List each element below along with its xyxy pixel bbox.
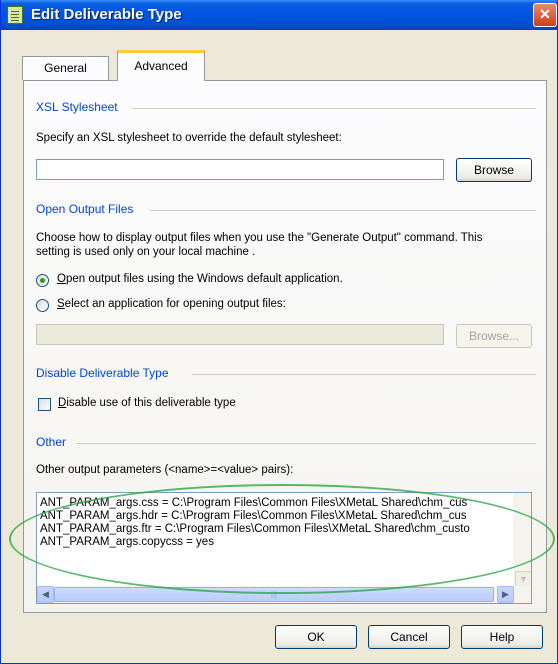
radio-default-application-label[interactable]: Open output files using the Windows defa… — [57, 273, 343, 285]
tab-general[interactable]: General — [22, 56, 109, 80]
ok-button[interactable]: OK — [275, 625, 357, 649]
tab-advanced[interactable]: Advanced — [117, 50, 205, 81]
section-divider — [150, 210, 536, 211]
disable-deliverable-checkbox[interactable] — [38, 398, 51, 411]
horizontal-scrollbar[interactable]: ◀ ||| ▶ — [37, 586, 531, 603]
param-line: ANT_PARAM_args.hdr = C:\Program Files\Co… — [40, 510, 467, 522]
output-description-line2: setting is used only on your local machi… — [36, 246, 256, 258]
xsl-description: Specify an XSL stylesheet to override th… — [36, 132, 342, 144]
scroll-left-icon[interactable]: ◀ — [37, 586, 54, 603]
section-divider — [132, 108, 536, 109]
other-heading: Other — [36, 435, 67, 449]
param-line: ANT_PARAM_args.ftr = C:\Program Files\Co… — [40, 523, 470, 535]
radio-default-application[interactable] — [36, 274, 49, 287]
title-bar[interactable]: Edit Deliverable Type ✕ — [1, 0, 557, 30]
radio-select-application-label[interactable]: Select an application for opening output… — [57, 298, 286, 310]
disable-deliverable-type-heading: Disable Deliverable Type — [36, 366, 169, 380]
edit-deliverable-type-dialog: Edit Deliverable Type ✕ General Advanced… — [0, 0, 558, 664]
window-title: Edit Deliverable Type — [31, 6, 182, 23]
cancel-button[interactable]: Cancel — [368, 625, 450, 649]
application-path-input[interactable] — [36, 324, 444, 345]
application-browse-button[interactable]: Browse... — [456, 324, 532, 348]
help-button[interactable]: Help — [461, 625, 543, 649]
xsl-stylesheet-heading: XSL Stylesheet — [36, 100, 118, 114]
scroll-right-icon[interactable]: ▶ — [497, 586, 514, 603]
other-params-textarea[interactable]: ANT_PARAM_args.css = C:\Program Files\Co… — [36, 492, 532, 604]
output-description-line1: Choose how to display output files when … — [36, 232, 483, 244]
disable-deliverable-label[interactable]: Disable use of this deliverable type — [58, 397, 236, 409]
other-params-label: Other output parameters (<name>=<value> … — [36, 464, 294, 476]
radio-select-application[interactable] — [36, 299, 49, 312]
vertical-scrollbar[interactable]: ▼ — [514, 493, 531, 588]
close-button[interactable]: ✕ — [533, 3, 557, 27]
xsl-browse-button[interactable]: Browse — [456, 158, 532, 182]
section-divider — [76, 443, 536, 444]
param-line: ANT_PARAM_args.copycss = yes — [40, 536, 214, 548]
horizontal-scroll-thumb[interactable]: ||| — [54, 587, 494, 602]
open-output-files-heading: Open Output Files — [36, 202, 134, 216]
param-line: ANT_PARAM_args.css = C:\Program Files\Co… — [40, 497, 468, 509]
xsl-stylesheet-input[interactable] — [36, 159, 444, 180]
section-divider — [192, 374, 536, 375]
advanced-tab-panel: XSL Stylesheet Specify an XSL stylesheet… — [23, 80, 547, 613]
document-icon — [7, 6, 23, 24]
